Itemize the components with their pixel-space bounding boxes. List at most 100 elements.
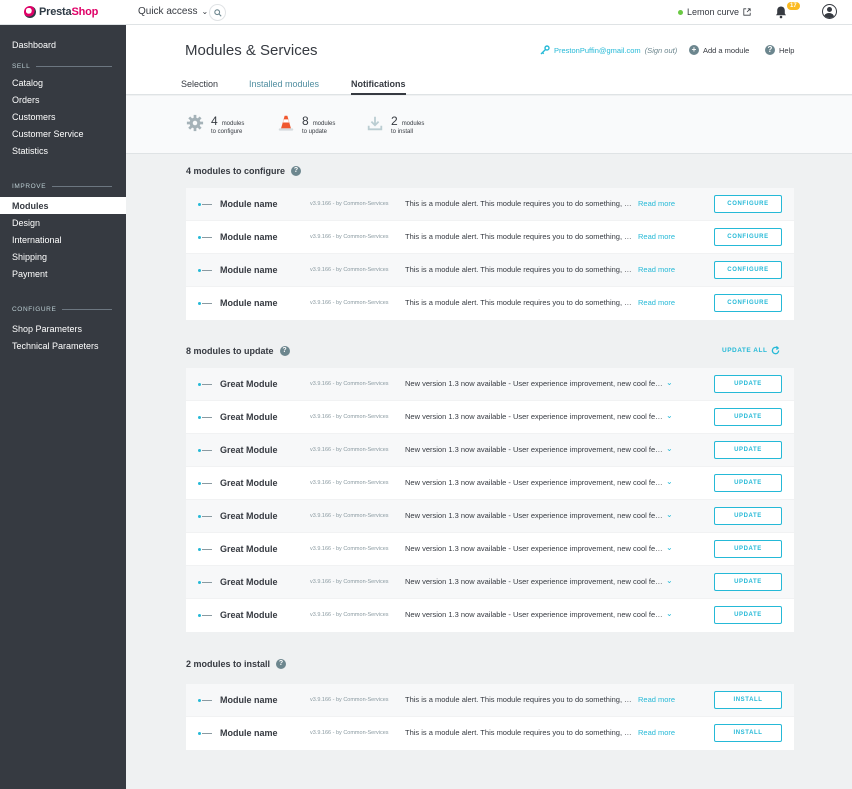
sidebar-item-customer-service[interactable]: Customer Service xyxy=(0,125,126,142)
update-button[interactable]: UPDATE xyxy=(714,507,782,525)
install-button[interactable]: INSTALL xyxy=(714,691,782,709)
module-message: New version 1.3 now available - User exp… xyxy=(405,610,663,619)
module-message: This is a module alert. This module requ… xyxy=(405,728,633,737)
sidebar-item-technical-parameters[interactable]: Technical Parameters xyxy=(0,337,126,354)
sidebar-item-international[interactable]: International xyxy=(0,231,126,248)
tab-selection[interactable]: Selection xyxy=(181,79,218,89)
update-all-label: UPDATE ALL xyxy=(722,347,768,354)
sign-out-link[interactable]: (Sign out) xyxy=(645,46,678,55)
sidebar-item-shipping[interactable]: Shipping xyxy=(0,248,126,265)
sidebar-item-modules[interactable]: Modules xyxy=(0,197,126,214)
download-icon xyxy=(367,116,383,131)
shop-link[interactable]: Lemon curve xyxy=(678,7,751,17)
list-item: Great Module v3.9.166 - by Common-Servic… xyxy=(186,500,794,533)
help-button[interactable]: ? Help xyxy=(765,45,794,55)
tab-installed-modules[interactable]: Installed modules xyxy=(249,79,319,89)
help-icon[interactable]: ? xyxy=(291,166,302,176)
module-version: v3.9.166 - by Common-Services xyxy=(310,612,389,618)
module-version: v3.9.166 - by Common-Services xyxy=(310,381,389,387)
sidebar-item-statistics[interactable]: Statistics xyxy=(0,142,126,159)
module-version: v3.9.166 - by Common-Services xyxy=(310,697,389,703)
chevron-down-icon[interactable]: ⌄ xyxy=(666,444,673,453)
sidebar-item-payment[interactable]: Payment xyxy=(0,265,126,282)
read-more-link[interactable]: Read more xyxy=(638,199,675,208)
read-more-link[interactable]: Read more xyxy=(638,728,675,737)
external-link-icon xyxy=(743,8,751,16)
install-list: Module name v3.9.166 - by Common-Service… xyxy=(186,684,794,750)
configure-button[interactable]: CONFIGURE xyxy=(714,261,782,279)
kpi-to-install[interactable]: 2 modules to install xyxy=(366,114,424,137)
module-logo-icon xyxy=(198,579,212,585)
kpi-count: 8 xyxy=(302,114,309,128)
install-button[interactable]: INSTALL xyxy=(714,724,782,742)
prestashop-logo[interactable]: PrestaShop xyxy=(24,6,98,18)
sidebar: Dashboard SELL Catalog Orders Customers … xyxy=(0,25,126,789)
list-item: Module name v3.9.166 - by Common-Service… xyxy=(186,287,794,320)
chevron-down-icon[interactable]: ⌄ xyxy=(666,576,673,585)
chevron-down-icon[interactable]: ⌄ xyxy=(666,543,673,552)
update-button[interactable]: UPDATE xyxy=(714,606,782,624)
chevron-down-icon[interactable]: ⌄ xyxy=(666,411,673,420)
module-message: This is a module alert. This module requ… xyxy=(405,199,633,208)
chevron-down-icon[interactable]: ⌄ xyxy=(666,477,673,486)
quick-access-dropdown[interactable]: Quick access ⌄ xyxy=(138,6,208,17)
bell-icon[interactable] xyxy=(774,5,788,19)
read-more-link[interactable]: Read more xyxy=(638,695,675,704)
configure-button[interactable]: CONFIGURE xyxy=(714,294,782,312)
configure-button[interactable]: CONFIGURE xyxy=(714,195,782,213)
module-logo-icon xyxy=(198,234,212,240)
update-button[interactable]: UPDATE xyxy=(714,474,782,492)
update-button[interactable]: UPDATE xyxy=(714,573,782,591)
top-bar: PrestaShop Quick access ⌄ Lemon curve 17 xyxy=(0,0,852,25)
refresh-icon xyxy=(772,346,780,355)
read-more-link[interactable]: Read more xyxy=(638,232,675,241)
sidebar-item-dashboard[interactable]: Dashboard xyxy=(0,36,126,53)
sidebar-item-shop-parameters[interactable]: Shop Parameters xyxy=(0,320,126,337)
module-name: Great Module xyxy=(220,478,278,488)
tab-notifications[interactable]: Notifications xyxy=(351,79,406,95)
chevron-down-icon[interactable]: ⌄ xyxy=(666,378,673,387)
shop-status-dot xyxy=(678,9,683,15)
list-item: Module name v3.9.166 - by Common-Service… xyxy=(186,188,794,221)
help-icon[interactable]: ? xyxy=(276,659,287,669)
sidebar-section-label: IMPROVE xyxy=(12,183,47,190)
chevron-down-icon[interactable]: ⌄ xyxy=(666,510,673,519)
module-message: New version 1.3 now available - User exp… xyxy=(405,412,663,421)
module-logo-icon xyxy=(198,612,212,618)
logo-text: PrestaShop xyxy=(39,6,98,18)
read-more-link[interactable]: Read more xyxy=(638,298,675,307)
kpi-to-configure[interactable]: 4 modules to configure xyxy=(186,114,244,137)
add-module-button[interactable]: + Add a module xyxy=(689,45,749,55)
logo-text-presta: Presta xyxy=(39,6,72,18)
account-link[interactable]: PrestonPuffin@gmail.com (Sign out) xyxy=(540,45,677,55)
module-logo-icon xyxy=(198,381,212,387)
kpi-to-update[interactable]: 8 modules to update xyxy=(277,114,335,137)
sidebar-item-design[interactable]: Design xyxy=(0,214,126,231)
account-email: PrestonPuffin@gmail.com xyxy=(554,45,641,55)
update-button[interactable]: UPDATE xyxy=(714,375,782,393)
update-all-button[interactable]: UPDATE ALL xyxy=(722,346,780,355)
update-button[interactable]: UPDATE xyxy=(714,441,782,459)
list-item: Module name v3.9.166 - by Common-Service… xyxy=(186,221,794,254)
module-version: v3.9.166 - by Common-Services xyxy=(310,300,389,306)
module-name: Module name xyxy=(220,232,278,242)
configure-button[interactable]: CONFIGURE xyxy=(714,228,782,246)
sidebar-item-orders[interactable]: Orders xyxy=(0,91,126,108)
user-avatar-icon[interactable] xyxy=(822,4,837,19)
list-item: Great Module v3.9.166 - by Common-Servic… xyxy=(186,533,794,566)
chevron-down-icon[interactable]: ⌄ xyxy=(666,609,673,618)
configure-list: Module name v3.9.166 - by Common-Service… xyxy=(186,188,794,320)
traffic-cone-icon xyxy=(278,115,294,131)
help-icon[interactable]: ? xyxy=(279,346,290,356)
update-button[interactable]: UPDATE xyxy=(714,540,782,558)
sidebar-item-customers[interactable]: Customers xyxy=(0,108,126,125)
notification-badge: 17 xyxy=(787,2,800,10)
kpi-text: 2 modules to install xyxy=(391,114,424,137)
update-button[interactable]: UPDATE xyxy=(714,408,782,426)
sidebar-item-catalog[interactable]: Catalog xyxy=(0,74,126,91)
search-button[interactable] xyxy=(209,4,226,21)
divider xyxy=(36,66,112,67)
read-more-link[interactable]: Read more xyxy=(638,265,675,274)
module-name: Great Module xyxy=(220,412,278,422)
plus-icon: + xyxy=(689,45,699,55)
